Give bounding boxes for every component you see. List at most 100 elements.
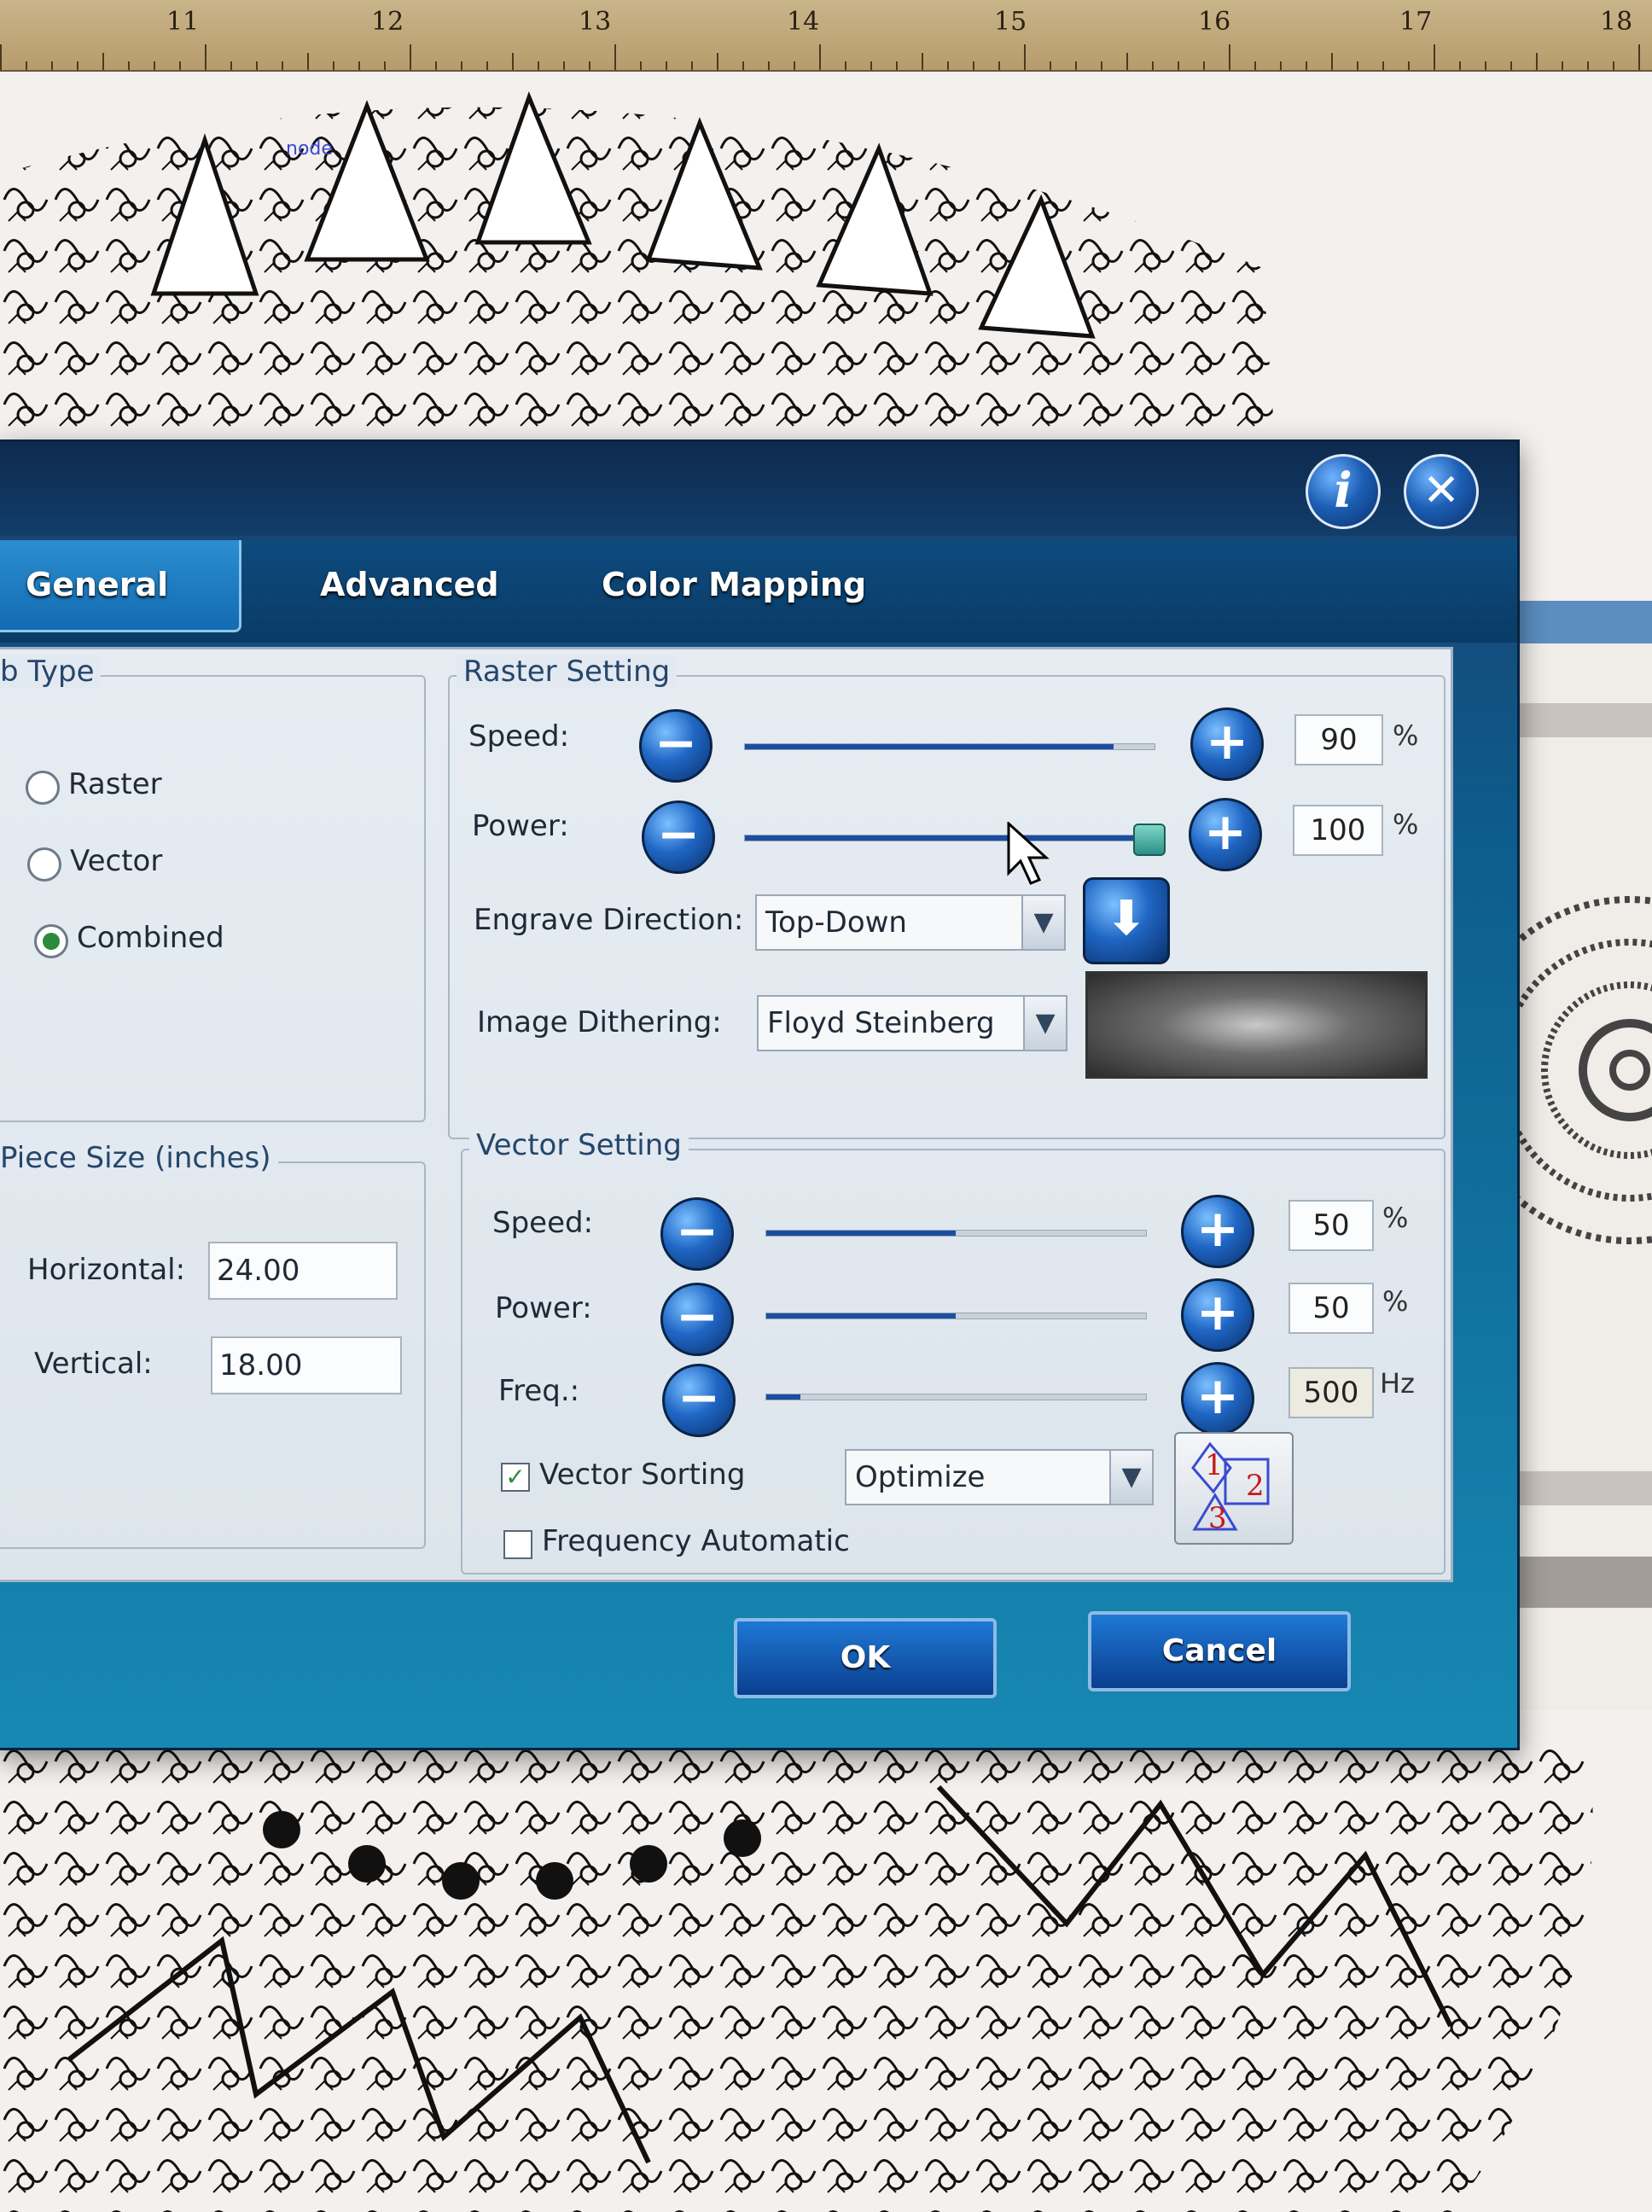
print-settings-dialog: i ✕ General Advanced Color Mapping b Typ… (0, 439, 1520, 1750)
vector-speed-label: Speed: (492, 1206, 594, 1240)
ruler-tick (538, 61, 539, 70)
horizontal-input[interactable]: 24.00 (208, 1242, 398, 1300)
ruler-tick (1306, 61, 1307, 70)
radio-combined-label: Combined (77, 921, 224, 955)
radio-vector[interactable] (27, 847, 61, 882)
chevron-down-icon[interactable]: ▼ (1023, 997, 1066, 1050)
ruler-tick (179, 61, 181, 70)
vector-speed-increase-button[interactable]: + (1181, 1195, 1254, 1268)
ruler-tick (102, 53, 104, 70)
tab-color-mapping[interactable]: Color Mapping (576, 540, 892, 630)
image-dithering-select[interactable]: Floyd Steinberg ▼ (757, 995, 1067, 1051)
vector-speed-value[interactable]: 50 (1288, 1200, 1374, 1251)
vector-power-value[interactable]: 50 (1288, 1283, 1374, 1334)
ruler-tick (794, 61, 795, 70)
ok-button[interactable]: OK (734, 1618, 997, 1698)
ruler-tick (768, 61, 770, 70)
vector-sorting-checkbox[interactable]: ✓ (501, 1463, 530, 1492)
piece-size-title: Piece Size (inches) (0, 1141, 278, 1175)
engrave-direction-label: Engrave Direction: (474, 903, 744, 937)
ruler-number: 15 (994, 7, 1027, 37)
raster-speed-slider[interactable] (744, 743, 1155, 750)
chevron-down-icon[interactable]: ▼ (1021, 896, 1064, 949)
vector-power-slider[interactable] (765, 1313, 1147, 1319)
mandala-artwork-bottom (0, 1736, 1593, 2212)
frequency-automatic-checkbox[interactable] (503, 1530, 532, 1559)
ruler-tick (358, 61, 360, 70)
svg-text:3: 3 (1208, 1501, 1227, 1535)
ruler-tick (742, 61, 744, 70)
raster-power-increase-button[interactable]: + (1189, 798, 1262, 871)
ruler-tick (1357, 61, 1358, 70)
raster-power-thumb[interactable] (1133, 824, 1166, 856)
raster-power-value[interactable]: 100 (1293, 805, 1383, 856)
mouse-cursor-icon (1007, 822, 1050, 885)
ruler-tick (1434, 44, 1435, 70)
ruler-tick (1613, 61, 1614, 70)
ruler-tick (614, 44, 616, 70)
ruler-tick (205, 44, 206, 70)
tab-advanced[interactable]: Advanced (294, 540, 525, 630)
vector-power-increase-button[interactable]: + (1181, 1278, 1254, 1352)
ruler-tick (1280, 61, 1282, 70)
vector-speed-slider[interactable] (765, 1230, 1147, 1237)
vector-sort-order-icon[interactable]: 1 2 3 (1174, 1432, 1294, 1545)
ruler-tick (896, 61, 898, 70)
ruler-tick (819, 44, 821, 70)
ruler-tick (1587, 61, 1589, 70)
raster-speed-decrease-button[interactable]: − (639, 709, 713, 783)
tab-general[interactable]: General (0, 540, 241, 632)
vector-speed-decrease-button[interactable]: − (660, 1197, 734, 1271)
vector-freq-value: 500 (1288, 1367, 1374, 1418)
ruler-tick (870, 61, 872, 70)
vector-speed-unit: % (1382, 1202, 1409, 1234)
ruler-tick (77, 61, 79, 70)
raster-power-unit: % (1393, 808, 1419, 841)
ruler-tick (1178, 61, 1179, 70)
raster-power-label: Power: (472, 809, 569, 843)
vertical-input[interactable]: 18.00 (211, 1336, 402, 1394)
vector-setting-group: Vector Setting Speed: − + 50 % Power: − … (461, 1128, 1446, 1575)
ruler-tick (26, 61, 27, 70)
svg-text:1: 1 (1205, 1448, 1224, 1482)
ruler-tick (282, 61, 283, 70)
job-type-group: b Type Raster Vector Combined (0, 655, 426, 1122)
ruler-tick (384, 61, 386, 70)
vector-freq-increase-button[interactable]: + (1181, 1362, 1254, 1435)
chevron-down-icon[interactable]: ▼ (1109, 1451, 1152, 1504)
info-icon[interactable]: i (1306, 454, 1381, 529)
ruler-tick (128, 61, 130, 70)
radio-raster[interactable] (26, 771, 60, 805)
vector-power-decrease-button[interactable]: − (660, 1283, 734, 1356)
ruler-tick (256, 61, 258, 70)
vector-freq-decrease-button[interactable]: − (662, 1364, 736, 1437)
ruler-tick (1024, 44, 1026, 70)
ruler-number: 18 (1600, 7, 1633, 37)
raster-power-slider[interactable] (744, 824, 1166, 856)
ruler-tick (1536, 53, 1538, 70)
piece-size-group: Piece Size (inches) Horizontal: 24.00 Ve… (0, 1141, 426, 1549)
raster-power-decrease-button[interactable]: − (642, 800, 715, 874)
vector-sorting-value: Optimize (855, 1460, 986, 1494)
vector-freq-slider[interactable] (765, 1394, 1147, 1400)
close-icon[interactable]: ✕ (1404, 454, 1479, 529)
background-side-panel (1502, 601, 1652, 1710)
ruler-number: 12 (371, 7, 404, 37)
radio-vector-label: Vector (70, 844, 163, 878)
dialog-body: b Type Raster Vector Combined Piece Size… (0, 647, 1453, 1582)
engrave-direction-select[interactable]: Top-Down ▼ (755, 894, 1066, 951)
vector-sorting-select[interactable]: Optimize ▼ (845, 1449, 1154, 1505)
raster-speed-value[interactable]: 90 (1294, 714, 1383, 765)
dialog-title-bar[interactable]: i ✕ (0, 442, 1517, 536)
ruler-number: 16 (1198, 7, 1231, 37)
vector-freq-fill (766, 1394, 800, 1400)
raster-speed-increase-button[interactable]: + (1190, 707, 1264, 781)
vector-power-unit: % (1382, 1285, 1409, 1318)
radio-combined[interactable] (34, 924, 68, 958)
ruler-tick (410, 44, 411, 70)
arrow-down-icon[interactable]: ⬇ (1083, 877, 1170, 964)
raster-speed-label: Speed: (468, 719, 570, 754)
vector-freq-label: Freq.: (498, 1374, 580, 1408)
ruler-tick (1050, 61, 1051, 70)
cancel-button[interactable]: Cancel (1088, 1611, 1351, 1691)
